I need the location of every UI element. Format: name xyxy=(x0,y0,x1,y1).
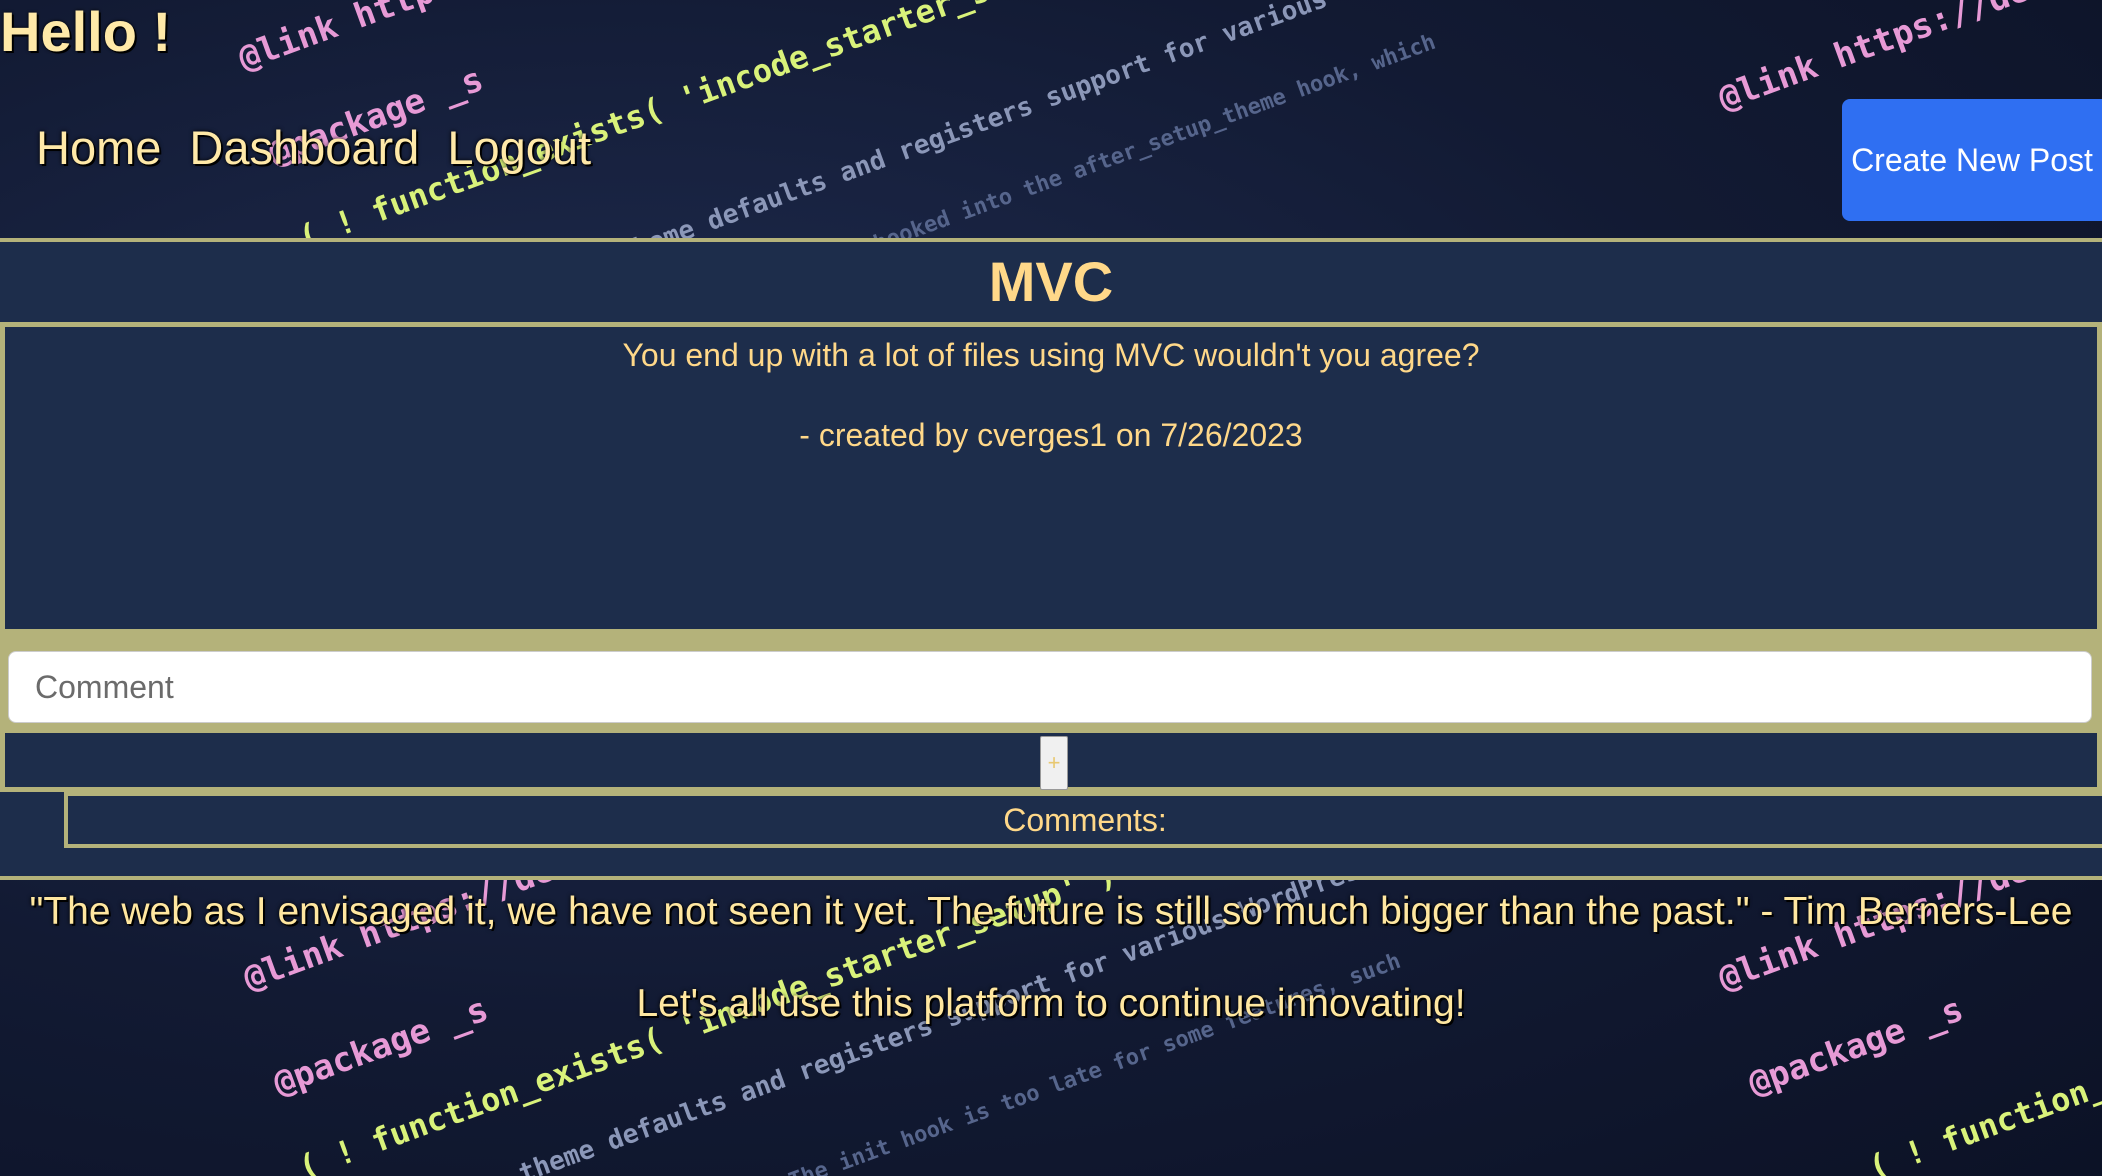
site-header: Hello ! Home Dashboard Logout Create New… xyxy=(0,0,2102,238)
nav-logout[interactable]: Logout xyxy=(447,120,591,175)
comments-section: Comments: xyxy=(0,792,2102,880)
footer-tagline: Let's all use this platform to continue … xyxy=(636,982,1466,1025)
comment-form xyxy=(0,634,2102,730)
comment-submit-button[interactable]: + xyxy=(1040,736,1068,790)
post-body: You end up with a lot of files using MVC… xyxy=(0,322,2102,634)
post-meta: - created by cverges1 on 7/26/2023 xyxy=(799,417,1303,453)
post-title-bar: MVC xyxy=(0,238,2102,322)
nav-dashboard[interactable]: Dashboard xyxy=(189,120,419,175)
greeting: Hello ! xyxy=(0,0,172,63)
comments-heading: Comments: xyxy=(64,792,2102,848)
footer-quote: "The web as I envisaged it, we have not … xyxy=(29,890,2073,933)
post-title: MVC xyxy=(988,250,1114,313)
create-new-post-button[interactable]: Create New Post xyxy=(1842,99,2102,221)
site-footer: "The web as I envisaged it, we have not … xyxy=(0,880,2102,1176)
nav-home[interactable]: Home xyxy=(36,120,161,175)
comment-submit-row: + xyxy=(0,728,2102,792)
post-content: You end up with a lot of files using MVC… xyxy=(622,337,1480,373)
main-nav: Home Dashboard Logout xyxy=(36,120,591,175)
comment-input[interactable] xyxy=(8,651,2092,723)
